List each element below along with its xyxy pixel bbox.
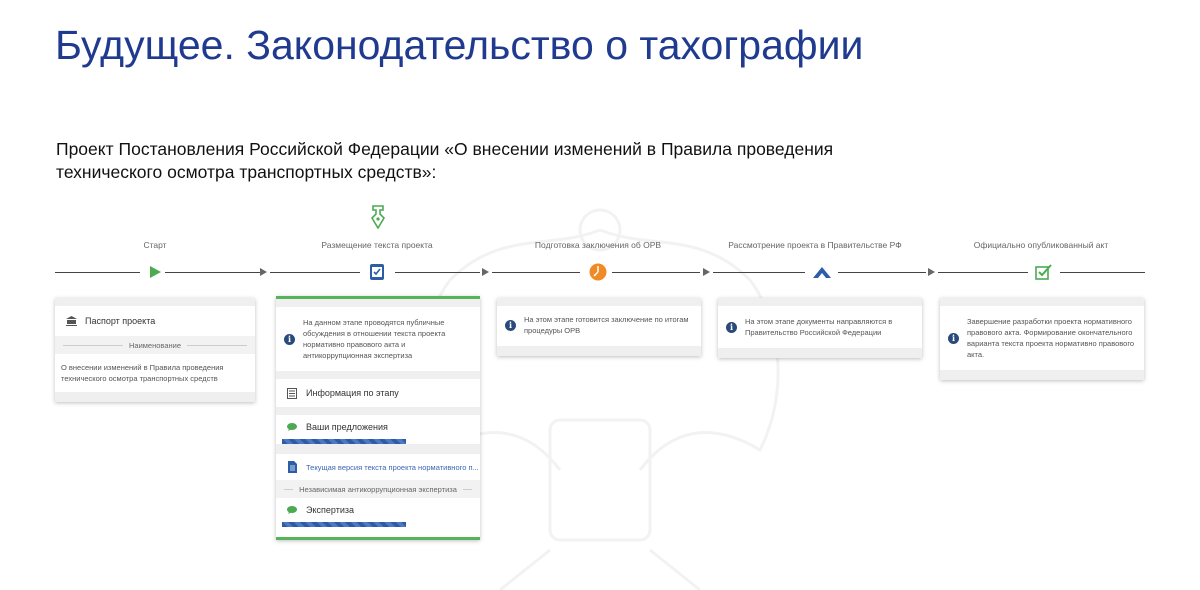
pie-clock-icon[interactable] (588, 262, 608, 282)
info-icon: i (505, 319, 516, 331)
card-spacer (276, 527, 480, 537)
slide-title: Будущее. Законодательство о тахографии (55, 22, 864, 68)
proposals-link[interactable]: Ваши предложения (276, 415, 480, 439)
pen-icon (370, 205, 386, 229)
current-version-link[interactable]: Текущая версия текста проекта нормативно… (276, 454, 480, 480)
info-icon: i (948, 332, 959, 344)
timeline-line (492, 272, 580, 273)
stage-label-published: Официально опубликованный акт (973, 240, 1109, 250)
stage-label-orv: Подготовка заключения об ОРВ (534, 240, 662, 250)
card-footer (55, 392, 255, 402)
card-footer (940, 370, 1144, 380)
independent-expertise-header: Независимая антикоррупционная экспертиза (276, 480, 480, 498)
stage-info-text: Завершение разработки проекта нормативно… (967, 317, 1135, 359)
passport-row[interactable]: Паспорт проекта (55, 306, 255, 336)
timeline-line (165, 272, 260, 273)
timeline-line (55, 272, 140, 273)
card-band (718, 298, 922, 306)
proposals-label: Ваши предложения (306, 422, 388, 432)
passport-label: Паспорт проекта (85, 316, 156, 326)
stage-info-text: На этом этапе документы направляются в П… (745, 317, 893, 337)
timeline-line (1060, 272, 1145, 273)
timeline-arrow-icon (260, 268, 267, 276)
stage-info: i На этом этапе документы направляются в… (718, 306, 922, 348)
card-band (276, 444, 480, 454)
expertise-link[interactable]: Экспертиза (276, 498, 480, 522)
card-footer (718, 348, 922, 358)
card-band (940, 298, 1144, 306)
timeline-line (938, 272, 1028, 273)
stage-info-link[interactable]: Информация по этапу (276, 379, 480, 407)
stage-info-text: На данном этапе проводятся публичные обс… (303, 318, 446, 360)
card-band (276, 371, 480, 379)
play-icon[interactable] (145, 262, 165, 282)
project-name: О внесении изменений в Правила проведени… (61, 363, 224, 383)
slide-subtitle: Проект Постановления Российской Федераци… (56, 139, 834, 182)
card-orv: i На этом этапе готовится заключение по … (497, 298, 701, 356)
stage-info: i На данном этапе проводятся публичные о… (276, 307, 480, 371)
timeline-arrow-icon (703, 268, 710, 276)
card-published: i Завершение разработки проекта норматив… (940, 298, 1144, 380)
card-band (276, 299, 480, 307)
stage-info-label: Информация по этапу (306, 388, 399, 398)
info-icon: i (726, 321, 737, 333)
speech-bubble-icon (286, 506, 298, 514)
card-footer (497, 346, 701, 356)
card-band (497, 298, 701, 306)
document-icon (286, 461, 298, 473)
timeline-arrow-icon (928, 268, 935, 276)
card-placement: i На данном этапе проводятся публичные о… (276, 296, 480, 540)
card-band (55, 298, 255, 306)
timeline-line (612, 272, 700, 273)
stage-label-government: Рассмотрение проекта в Правительстве РФ (728, 240, 902, 250)
list-icon (286, 387, 298, 399)
active-stage-bar (276, 537, 480, 540)
expertise-label: Экспертиза (306, 505, 354, 515)
building-icon (65, 316, 77, 326)
card-start: Паспорт проекта Наименование О внесении … (55, 298, 255, 402)
current-version-label: Текущая версия текста проекта нормативно… (306, 462, 479, 472)
timeline-line (395, 272, 480, 273)
chevron-up-icon[interactable] (812, 262, 832, 282)
stage-info: i На этом этапе готовится заключение по … (497, 306, 701, 346)
timeline-arrow-icon (482, 268, 489, 276)
timeline-line (838, 272, 926, 273)
check-square-icon[interactable] (1034, 262, 1054, 282)
timeline-line (713, 272, 805, 273)
name-header: Наименование (55, 336, 255, 354)
timeline-line (270, 272, 360, 273)
checkbox-doc-icon[interactable] (367, 262, 387, 282)
speech-bubble-icon (286, 423, 298, 431)
card-government: i На этом этапе документы направляются в… (718, 298, 922, 358)
info-icon: i (284, 333, 295, 345)
card-band (276, 407, 480, 415)
stage-info-text: На этом этапе готовится заключение по ит… (524, 315, 689, 335)
stage-info: i Завершение разработки проекта норматив… (940, 306, 1144, 370)
stage-label-start: Старт (143, 240, 167, 250)
stage-label-placement: Размещение текста проекта (321, 240, 433, 250)
